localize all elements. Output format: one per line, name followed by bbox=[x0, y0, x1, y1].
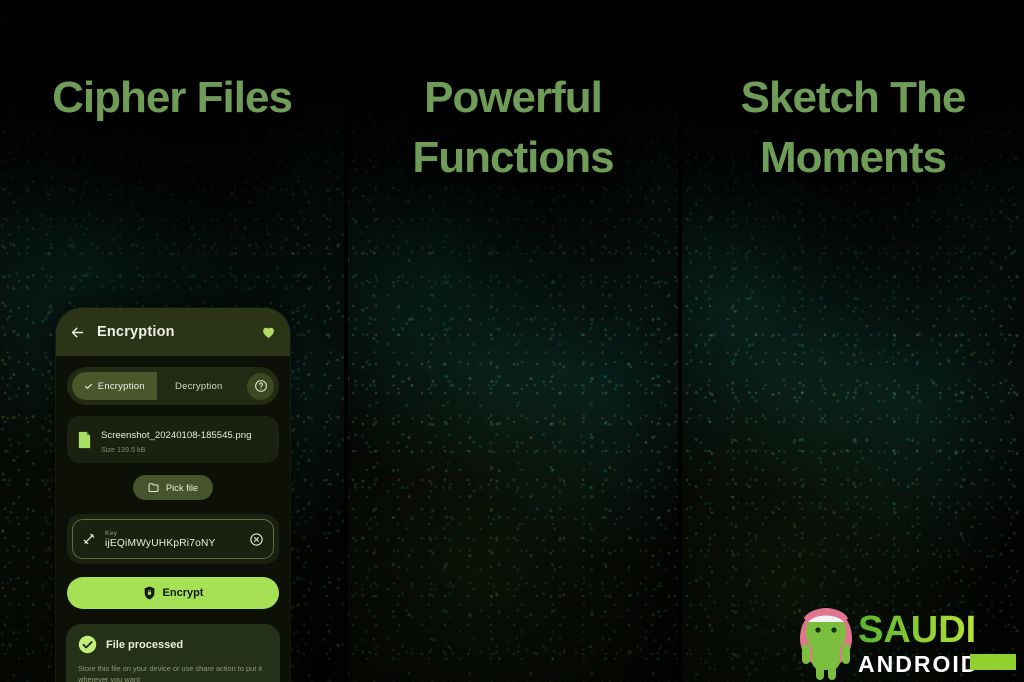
result-description: Store this file on your device or use sh… bbox=[78, 664, 263, 682]
segment-decryption[interactable]: Decryption bbox=[157, 372, 242, 400]
headline-line: Powerful bbox=[424, 73, 603, 122]
segment-label: Decryption bbox=[175, 380, 223, 392]
selected-file-card[interactable]: Screenshot_20240108-185545.png Size 139.… bbox=[67, 416, 279, 463]
app-bar: Encryption bbox=[56, 308, 290, 356]
saudi-android-watermark: SAUDI ANDROID bbox=[800, 608, 1016, 680]
android-mascot-with-keffiyeh-icon bbox=[800, 608, 852, 680]
segment-label: Encryption bbox=[97, 380, 145, 392]
heart-icon[interactable] bbox=[260, 324, 277, 340]
folder-icon bbox=[148, 482, 160, 493]
phone-mockup-encryption: Encryption Encryption Decryption Screens… bbox=[56, 308, 290, 682]
watermark-line-2: ANDROID bbox=[858, 651, 979, 677]
promo-panel-3: Sketch The Moments Draw bbox=[682, 0, 1024, 682]
panel-divider bbox=[678, 0, 682, 682]
help-circle-icon[interactable] bbox=[247, 372, 274, 400]
close-circle-icon[interactable] bbox=[249, 532, 264, 547]
encrypt-button[interactable]: Encrypt bbox=[67, 577, 279, 609]
arrow-left-icon[interactable] bbox=[69, 324, 86, 341]
file-size: Size 139.5 kB bbox=[101, 445, 146, 454]
encrypt-label: Encrypt bbox=[162, 587, 204, 599]
panel-divider bbox=[344, 0, 348, 682]
shield-lock-icon bbox=[143, 586, 156, 600]
key-icon bbox=[82, 532, 96, 546]
promo-panel-1: Cipher Files Encryption Encryption Decry… bbox=[0, 0, 344, 682]
pick-file-button[interactable]: Pick file bbox=[132, 475, 214, 500]
panel-1-headline: Cipher Files bbox=[0, 76, 344, 120]
headline-line: Cipher Files bbox=[52, 73, 293, 122]
segment-encryption[interactable]: Encryption bbox=[72, 372, 157, 400]
watermark-line-1: SAUDI bbox=[858, 609, 976, 651]
check-icon bbox=[84, 382, 93, 391]
result-title: File processed bbox=[106, 638, 184, 651]
key-field-container: Key ijEQiMWyUHKpRi7oNY bbox=[67, 514, 279, 564]
page-title: Encryption bbox=[97, 324, 175, 340]
key-value: ijEQiMWyUHKpRi7oNY bbox=[105, 537, 216, 549]
panel-3-headline: Sketch The Moments bbox=[682, 76, 1024, 180]
file-name: Screenshot_20240108-185545.png bbox=[101, 430, 252, 441]
result-sheet: File processed Store this file on your d… bbox=[66, 624, 280, 682]
pick-file-label: Pick file bbox=[165, 482, 199, 493]
key-label: Key bbox=[105, 529, 118, 537]
check-circle-icon bbox=[78, 635, 97, 654]
watermark-bar bbox=[970, 654, 1016, 670]
headline-line: Moments bbox=[759, 133, 947, 182]
headline-line: Functions bbox=[412, 133, 614, 182]
file-icon bbox=[77, 431, 92, 449]
headline-line: Sketch The bbox=[740, 73, 967, 122]
mode-segmented-control: Encryption Decryption bbox=[67, 367, 279, 405]
key-input[interactable]: Key ijEQiMWyUHKpRi7oNY bbox=[72, 519, 274, 559]
screenshot-root: Cipher Files Encryption Encryption Decry… bbox=[0, 0, 1024, 682]
panel-2-headline: Powerful Functions bbox=[348, 76, 678, 180]
screen-body: Encryption Decryption Screenshot_2024010… bbox=[56, 356, 290, 682]
promo-panel-2: Powerful Functions 524.0 kB->446.8 kB bbox=[348, 0, 678, 682]
